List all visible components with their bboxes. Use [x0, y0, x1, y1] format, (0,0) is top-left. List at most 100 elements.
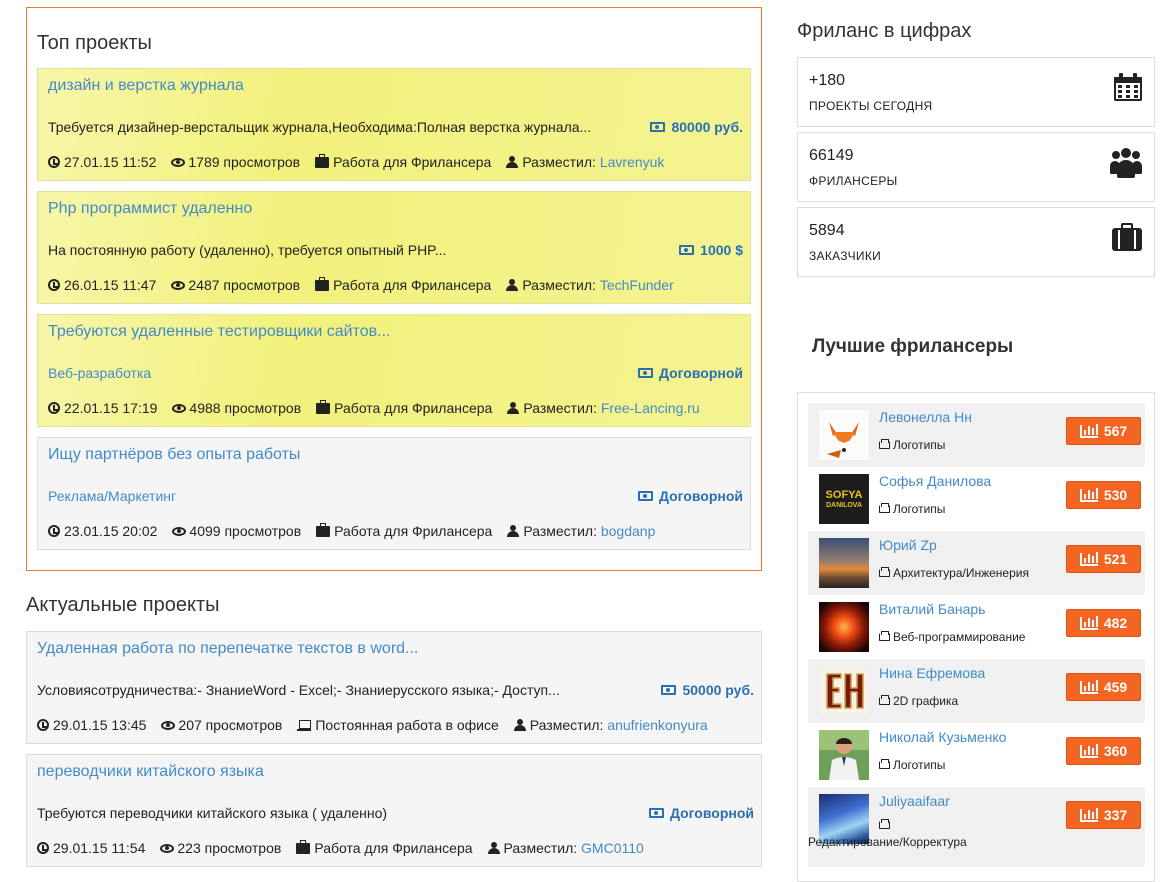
freelancer-row: SOFYA DANILOVA Софья Данилова Логотипы 5… — [808, 467, 1145, 531]
users-icon — [1110, 148, 1142, 178]
avatar-logo-text: SOFYA — [825, 488, 863, 501]
author-link[interactable]: Free-Lancing.ru — [601, 400, 700, 416]
laptop-icon — [297, 719, 312, 731]
freelancer-name-link[interactable]: Виталий Банарь — [879, 601, 985, 617]
clock-icon — [37, 719, 49, 731]
rating-badge[interactable]: 482 — [1066, 609, 1141, 637]
stat-value: +180 — [809, 72, 846, 89]
project-card: Php программист удаленно На постоянную р… — [37, 191, 751, 304]
freelancer-avatar[interactable] — [819, 410, 869, 460]
project-price: 80000 руб. — [650, 119, 743, 135]
project-description: На постоянную работу (удаленно), требует… — [48, 242, 447, 258]
eye-icon — [172, 403, 187, 413]
project-date: 27.01.15 11:52 — [64, 154, 157, 170]
freelancer-category: Редактирование/Корректура — [808, 819, 1038, 849]
author-link[interactable]: anufrienkonyura — [607, 717, 707, 733]
freelancer-avatar[interactable] — [819, 730, 869, 780]
rating-badge[interactable]: 521 — [1066, 545, 1141, 573]
bar-chart-icon — [1079, 615, 1098, 630]
rating-badge[interactable]: 337 — [1066, 801, 1141, 829]
project-meta: 27.01.15 11:52 1789 просмотров Работа дл… — [48, 153, 679, 170]
best-freelancers-title: Лучшие фрилансеры — [812, 336, 1014, 357]
freelancer-category: Логотипы — [879, 502, 945, 516]
inbox-icon — [879, 695, 890, 705]
inbox-icon — [879, 439, 890, 449]
project-card: Ищу партнёров без опыта работы Реклама/М… — [37, 437, 751, 550]
rating-badge[interactable]: 567 — [1066, 417, 1141, 445]
author-link[interactable]: TechFunder — [600, 277, 674, 293]
freelancer-name-link[interactable]: Juliyaaifaar — [879, 793, 950, 809]
project-title-link[interactable]: Удаленная работа по перепечатке текстов … — [37, 640, 418, 658]
project-type: Работа для Фрилансера — [334, 400, 493, 416]
briefcase-icon — [315, 276, 330, 291]
money-icon — [637, 491, 653, 501]
briefcase-icon — [315, 153, 330, 168]
project-date: 29.01.15 11:54 — [53, 840, 146, 856]
author-label: Разместил: — [522, 154, 596, 170]
author-label: Разместил: — [523, 400, 597, 416]
clock-icon — [48, 402, 60, 414]
rating-badge[interactable]: 360 — [1066, 737, 1141, 765]
freelancer-name-link[interactable]: Юрий Zp — [879, 537, 937, 553]
rating-value: 530 — [1103, 487, 1128, 503]
project-title-link[interactable]: Требуются удаленные тестировщики сайтов.… — [48, 323, 390, 341]
money-icon — [679, 245, 695, 255]
freelancer-row: Николай Кузьменко Логотипы 360 — [808, 723, 1145, 787]
project-category-link[interactable]: Реклама/Маркетинг — [48, 488, 176, 504]
bar-chart-icon — [1079, 679, 1098, 694]
project-views: 223 просмотров — [177, 840, 282, 856]
stat-value: 5894 — [809, 222, 845, 239]
freelancer-category: 2D графика — [879, 694, 958, 708]
project-card: дизайн и верстка журнала Требуется дизай… — [37, 68, 751, 181]
author-link[interactable]: bogdanp — [601, 523, 656, 539]
bar-chart-icon — [1079, 807, 1098, 822]
freelancer-category-text: Архитектура/Инженерия — [893, 566, 1029, 580]
project-meta: 29.01.15 13:45 207 просмотров Постоянная… — [37, 717, 723, 733]
project-title-link[interactable]: переводчики китайского языка — [37, 763, 264, 781]
freelancer-avatar[interactable]: SOFYA DANILOVA — [819, 474, 869, 524]
clock-icon — [48, 156, 60, 168]
calendar-icon — [1114, 73, 1142, 101]
inbox-icon — [879, 567, 890, 577]
project-title-link[interactable]: дизайн и верстка журнала — [48, 77, 244, 95]
rating-badge[interactable]: 459 — [1066, 673, 1141, 701]
project-description: Условиясотрудничества:- ЗнаниеWord - Exc… — [37, 682, 560, 698]
project-title-link[interactable]: Php программист удаленно — [48, 200, 252, 218]
freelancer-name-link[interactable]: Софья Данилова — [879, 473, 991, 489]
user-icon — [513, 719, 526, 731]
stat-label: ЗАКАЗЧИКИ — [809, 249, 882, 263]
author-link[interactable]: GMC0110 — [581, 840, 644, 856]
project-card: Требуются удаленные тестировщики сайтов.… — [37, 314, 751, 427]
freelancer-name-link[interactable]: Николай Кузьменко — [879, 729, 1006, 745]
bar-chart-icon — [1079, 551, 1098, 566]
freelancer-name-link[interactable]: Левонелла Нн — [879, 409, 972, 425]
project-meta: 29.01.15 11:54 223 просмотров Работа для… — [37, 839, 659, 856]
freelancer-category-text: Веб-программирование — [893, 630, 1026, 644]
project-card: переводчики китайского языка Требуются п… — [26, 754, 762, 867]
price-value: Договорной — [658, 488, 743, 504]
project-price: Договорной — [648, 805, 754, 821]
stat-projects-today: +180 ПРОЕКТЫ СЕГОДНЯ — [797, 57, 1155, 127]
project-price: 1000 $ — [679, 242, 743, 258]
price-value: 1000 $ — [700, 242, 743, 258]
inbox-icon — [879, 503, 890, 513]
project-views: 4988 просмотров — [189, 400, 302, 416]
freelancer-avatar[interactable] — [819, 666, 869, 716]
stat-label: ФРИЛАНСЕРЫ — [809, 174, 898, 188]
eye-icon — [161, 720, 176, 730]
freelancer-category-text: Логотипы — [893, 758, 946, 772]
project-views: 2487 просмотров — [188, 277, 301, 293]
project-price: Договорной — [637, 488, 743, 504]
author-link[interactable]: Lavrenyuk — [600, 154, 665, 170]
rating-badge[interactable]: 530 — [1066, 481, 1141, 509]
project-category-link[interactable]: Веб-разработка — [48, 365, 151, 381]
project-views: 4099 просмотров — [189, 523, 302, 539]
freelancer-avatar[interactable] — [819, 602, 869, 652]
price-value: 50000 руб. — [682, 682, 754, 698]
freelancer-avatar[interactable] — [819, 538, 869, 588]
project-price: Договорной — [637, 365, 743, 381]
user-icon — [506, 156, 519, 168]
freelancer-name-link[interactable]: Нина Ефремова — [879, 665, 985, 681]
project-title-link[interactable]: Ищу партнёров без опыта работы — [48, 446, 300, 464]
user-icon — [487, 842, 500, 854]
